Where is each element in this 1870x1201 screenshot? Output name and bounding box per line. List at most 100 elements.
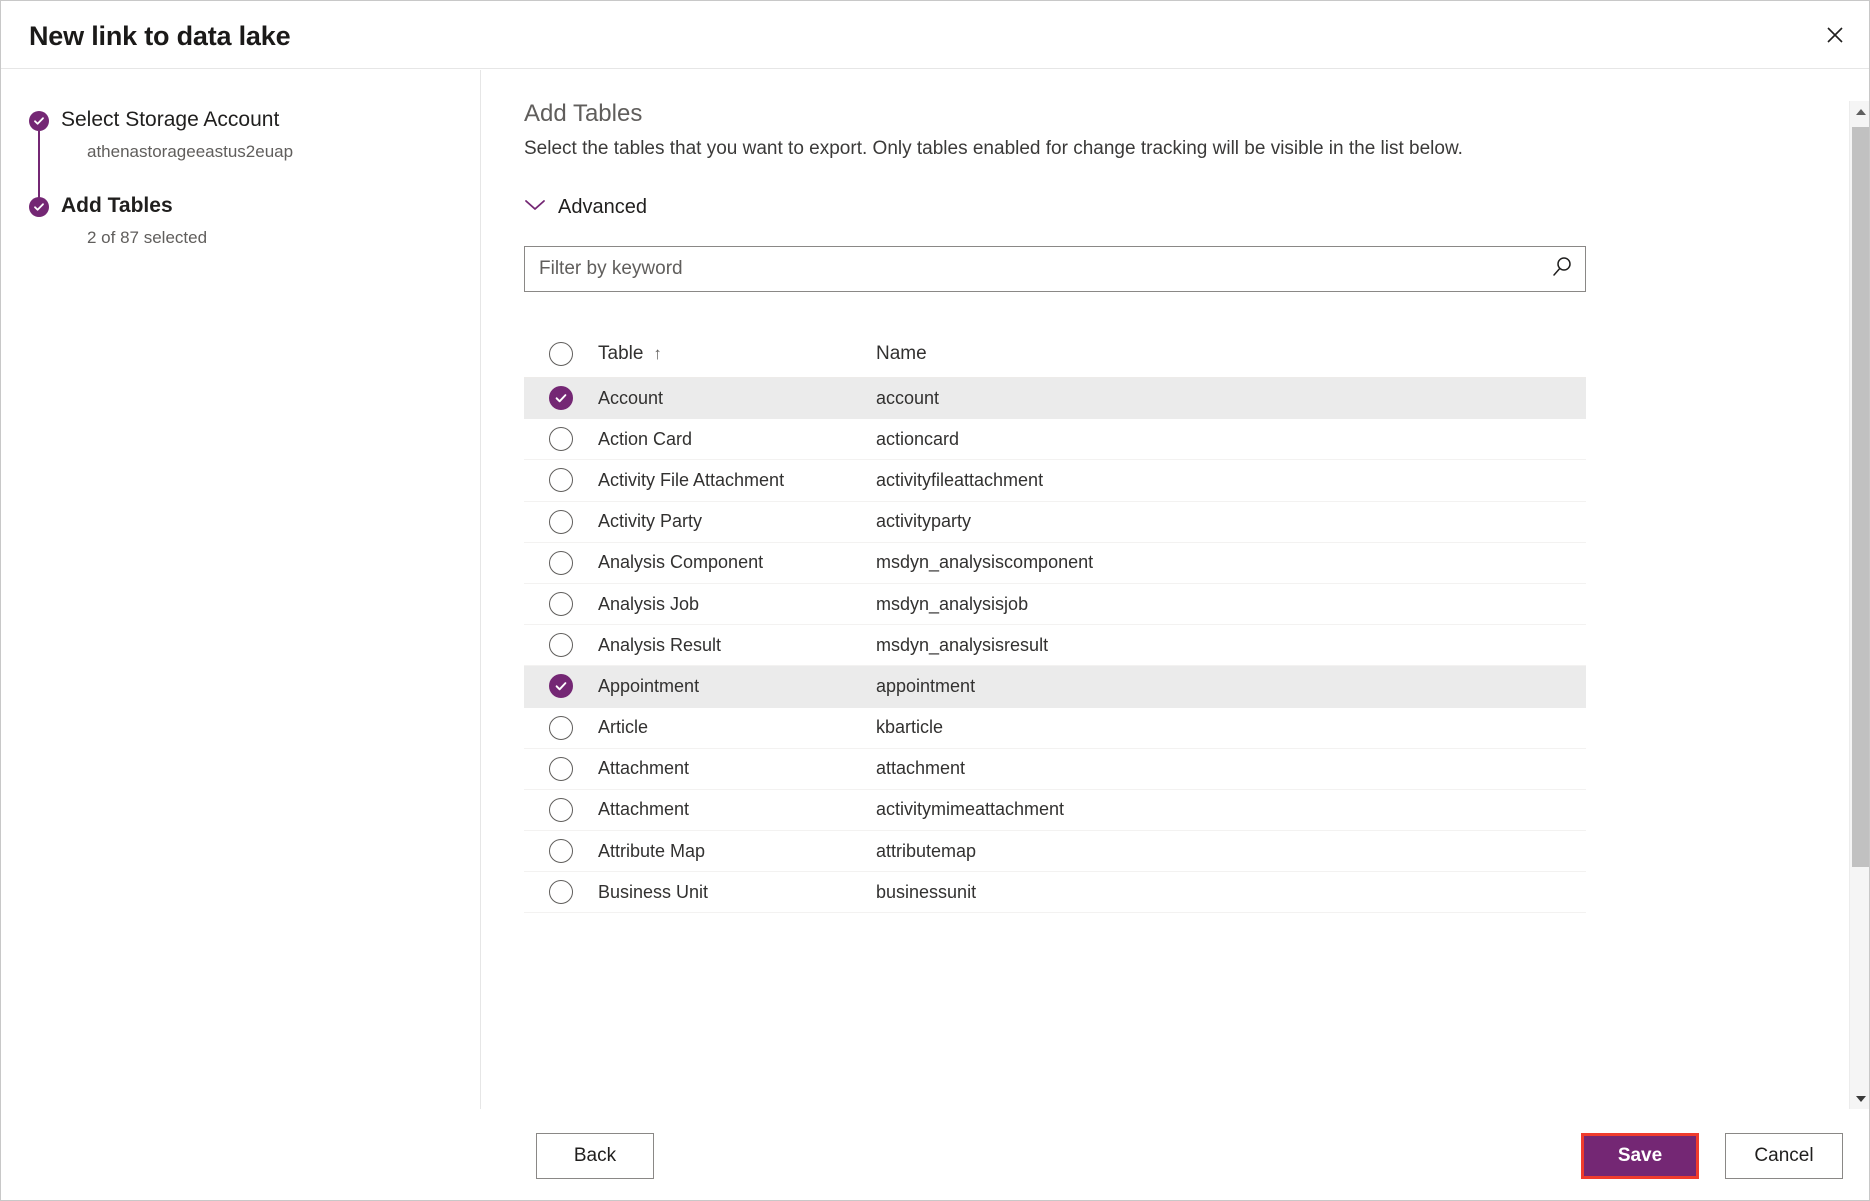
cell-table-display-name: Business Unit <box>598 882 876 903</box>
cell-table-display-name: Account <box>598 388 876 409</box>
section-description: Select the tables that you want to expor… <box>524 138 1463 160</box>
page-title: New link to data lake <box>29 21 290 52</box>
wizard-step-add-tables[interactable]: Add Tables 2 of 87 selected <box>29 191 449 250</box>
checkbox-unchecked-icon <box>549 839 573 863</box>
wizard-step-title: Add Tables <box>61 191 449 221</box>
close-icon <box>1825 25 1845 45</box>
section-title: Add Tables <box>524 100 642 128</box>
table-row[interactable]: Analysis Resultmsdyn_analysisresult <box>524 625 1586 666</box>
checkbox-unchecked-icon <box>549 592 573 616</box>
checkbox-unchecked-icon <box>549 551 573 575</box>
search-icon <box>1550 255 1574 284</box>
caret-up-icon <box>1855 103 1867 121</box>
cell-table-logical-name: activitymimeattachment <box>876 799 1586 820</box>
search-button[interactable] <box>1539 247 1585 291</box>
checkbox-unchecked-icon <box>549 798 573 822</box>
row-checkbox[interactable] <box>524 551 598 575</box>
table-row[interactable]: Business Unitbusinessunit <box>524 872 1586 913</box>
column-header-name-label: Name <box>876 343 927 364</box>
cell-table-logical-name: businessunit <box>876 882 1586 903</box>
cell-table-logical-name: activityfileattachment <box>876 470 1586 491</box>
chevron-down-icon <box>524 198 546 217</box>
cell-table-display-name: Analysis Component <box>598 552 876 573</box>
advanced-toggle[interactable]: Advanced <box>524 196 647 219</box>
row-checkbox[interactable] <box>524 427 598 451</box>
table-row[interactable]: Analysis Componentmsdyn_analysiscomponen… <box>524 543 1586 584</box>
column-header-name[interactable]: Name <box>876 343 1586 365</box>
wizard-step-select-storage-account[interactable]: Select Storage Account athenastorageeast… <box>29 105 449 164</box>
cancel-button[interactable]: Cancel <box>1725 1133 1843 1179</box>
wizard-rail: Select Storage Account athenastorageeast… <box>1 70 481 1110</box>
add-tables-content: Add Tables Select the tables that you wa… <box>482 70 1812 1110</box>
row-checkbox[interactable] <box>524 716 598 740</box>
search-input[interactable] <box>525 247 1539 291</box>
table-row[interactable]: Attachmentattachment <box>524 749 1586 790</box>
cell-table-logical-name: actioncard <box>876 429 1586 450</box>
wizard-step-list: Select Storage Account athenastorageeast… <box>29 105 449 250</box>
table-row[interactable]: Activity Partyactivityparty <box>524 502 1586 543</box>
table-body: AccountaccountAction CardactioncardActiv… <box>524 378 1586 913</box>
table-row[interactable]: Action Cardactioncard <box>524 419 1586 460</box>
row-checkbox[interactable] <box>524 839 598 863</box>
table-row[interactable]: Appointmentappointment <box>524 666 1586 707</box>
cell-table-display-name: Appointment <box>598 676 876 697</box>
cell-table-logical-name: kbarticle <box>876 717 1586 738</box>
new-link-dialog: New link to data lake Select Storage Acc… <box>0 0 1870 1201</box>
close-button[interactable] <box>1813 13 1857 57</box>
cell-table-logical-name: msdyn_analysiscomponent <box>876 552 1586 573</box>
step-complete-check-icon <box>29 111 49 131</box>
cell-table-logical-name: account <box>876 388 1586 409</box>
checkbox-checked-icon <box>549 674 573 698</box>
checkbox-unchecked-icon <box>549 468 573 492</box>
wizard-step-subtitle: athenastorageeastus2euap <box>87 140 449 164</box>
content-scrollbar[interactable] <box>1849 101 1870 1110</box>
row-checkbox[interactable] <box>524 386 598 410</box>
row-checkbox[interactable] <box>524 633 598 657</box>
row-checkbox[interactable] <box>524 510 598 534</box>
checkbox-unchecked-icon <box>549 510 573 534</box>
tables-list: Table↑ Name AccountaccountAction Cardact… <box>524 330 1586 913</box>
dialog-footer: Back Save Cancel <box>1 1109 1870 1200</box>
cell-table-display-name: Analysis Result <box>598 635 876 656</box>
column-header-table[interactable]: Table↑ <box>598 343 876 365</box>
dialog-titlebar: New link to data lake <box>1 1 1870 69</box>
save-button[interactable]: Save <box>1581 1133 1699 1179</box>
cell-table-logical-name: activityparty <box>876 511 1586 532</box>
add-tables-panel: Add Tables Select the tables that you wa… <box>482 70 1870 1110</box>
row-checkbox[interactable] <box>524 592 598 616</box>
checkbox-unchecked-icon <box>549 427 573 451</box>
table-row[interactable]: Attribute Mapattributemap <box>524 831 1586 872</box>
table-row[interactable]: Attachmentactivitymimeattachment <box>524 790 1586 831</box>
table-row[interactable]: Accountaccount <box>524 378 1586 419</box>
checkbox-unchecked-icon <box>549 716 573 740</box>
cell-table-display-name: Article <box>598 717 876 738</box>
back-button[interactable]: Back <box>536 1133 654 1179</box>
cell-table-logical-name: attachment <box>876 758 1586 779</box>
cell-table-display-name: Attachment <box>598 799 876 820</box>
scroll-down-button[interactable] <box>1850 1088 1870 1110</box>
checkbox-unchecked-icon <box>549 342 573 366</box>
row-checkbox[interactable] <box>524 880 598 904</box>
cell-table-logical-name: msdyn_analysisresult <box>876 635 1586 656</box>
row-checkbox[interactable] <box>524 674 598 698</box>
table-row[interactable]: Articlekbarticle <box>524 708 1586 749</box>
step-complete-check-icon <box>29 197 49 217</box>
step-spacer <box>29 164 449 191</box>
scrollbar-thumb[interactable] <box>1852 127 1870 867</box>
select-all-checkbox[interactable] <box>524 342 598 366</box>
wizard-step-subtitle: 2 of 87 selected <box>87 226 449 250</box>
wizard-step-title: Select Storage Account <box>61 105 449 135</box>
cell-table-display-name: Attachment <box>598 758 876 779</box>
cell-table-logical-name: attributemap <box>876 841 1586 862</box>
cell-table-logical-name: msdyn_analysisjob <box>876 594 1586 615</box>
table-row[interactable]: Activity File Attachmentactivityfileatta… <box>524 460 1586 501</box>
scroll-up-button[interactable] <box>1850 101 1870 123</box>
checkbox-checked-icon <box>549 386 573 410</box>
table-row[interactable]: Analysis Jobmsdyn_analysisjob <box>524 584 1586 625</box>
row-checkbox[interactable] <box>524 798 598 822</box>
sort-ascending-icon: ↑ <box>653 344 662 363</box>
row-checkbox[interactable] <box>524 468 598 492</box>
filter-box <box>524 246 1586 292</box>
checkbox-unchecked-icon <box>549 633 573 657</box>
row-checkbox[interactable] <box>524 757 598 781</box>
